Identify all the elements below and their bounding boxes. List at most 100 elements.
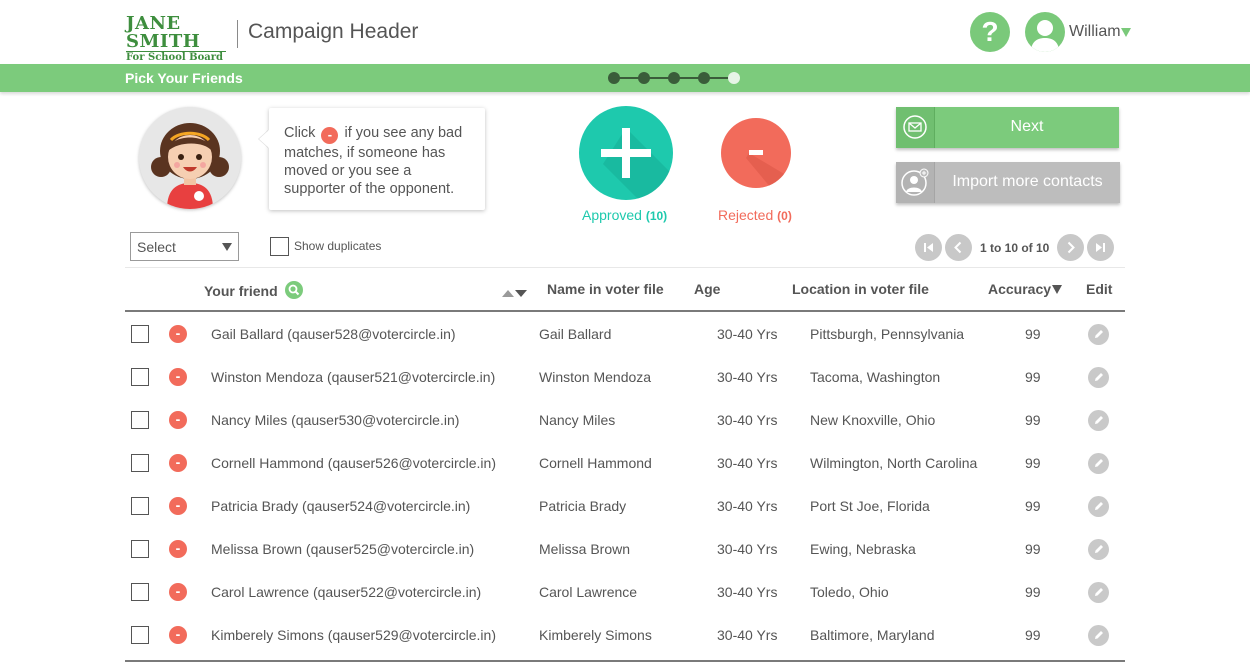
search-icon[interactable]: [284, 281, 303, 299]
header-divider: [237, 20, 238, 48]
reject-row-button[interactable]: -: [169, 325, 187, 343]
reject-row-button[interactable]: -: [169, 540, 187, 558]
pager-first-button[interactable]: [915, 234, 942, 261]
show-duplicates-label[interactable]: Show duplicates: [294, 239, 381, 253]
cell-friend: Kimberely Simons (qauser529@votercircle.…: [211, 627, 496, 643]
approved-text: Approved: [582, 207, 642, 223]
table-row: - Cornell Hammond (qauser526@votercircle.…: [125, 441, 1125, 484]
cell-age: 30-40 Yrs: [717, 584, 778, 600]
user-avatar-icon[interactable]: [1025, 12, 1065, 52]
pencil-icon[interactable]: [1088, 496, 1109, 517]
pencil-icon[interactable]: [1088, 625, 1109, 646]
step-dot-1[interactable]: [608, 72, 620, 84]
rejected-button[interactable]: [721, 118, 791, 188]
next-button-label: Next: [1010, 118, 1044, 135]
row-checkbox[interactable]: [131, 626, 149, 644]
step-dot-2[interactable]: [638, 72, 650, 84]
approved-count: (10): [645, 209, 668, 223]
cell-accuracy: 99: [1025, 498, 1041, 514]
bubble-tail: [259, 130, 269, 148]
row-checkbox[interactable]: [131, 540, 149, 558]
cell-accuracy: 99: [1025, 412, 1041, 428]
step-bar: Pick Your Friends: [0, 64, 1250, 92]
sort-desc-icon[interactable]: [1052, 285, 1062, 294]
add-contact-icon: [896, 162, 935, 203]
col-header-voter-name[interactable]: Name in voter file: [547, 281, 664, 297]
cell-accuracy: 99: [1025, 584, 1041, 600]
envelope-icon: [896, 107, 935, 148]
select-value: Select: [137, 239, 176, 255]
app-header: JANE SMITH For School Board Campaign Hea…: [0, 0, 1250, 64]
row-checkbox[interactable]: [131, 411, 149, 429]
step-dot-3[interactable]: [668, 72, 680, 84]
chevron-down-icon: [222, 243, 232, 251]
chevron-down-icon[interactable]: [1121, 28, 1131, 37]
cell-voter-name: Melissa Brown: [539, 541, 631, 557]
pencil-icon[interactable]: [1088, 410, 1109, 431]
pencil-icon[interactable]: [1088, 367, 1109, 388]
next-button[interactable]: Next: [896, 107, 1119, 148]
reject-row-button[interactable]: -: [169, 497, 187, 515]
cell-voter-name: Kimberely Simons: [539, 627, 652, 643]
table-bottom-divider: [125, 660, 1125, 662]
approved-button[interactable]: [579, 106, 673, 200]
col-header-location[interactable]: Location in voter file: [792, 281, 929, 297]
cell-location: Wilmington, North Carolina: [810, 455, 978, 471]
cell-location: Tacoma, Washington: [810, 369, 941, 385]
cell-accuracy: 99: [1025, 541, 1041, 557]
col-header-age[interactable]: Age: [694, 281, 720, 297]
cell-voter-name: Cornell Hammond: [539, 455, 652, 471]
pencil-icon[interactable]: [1088, 539, 1109, 560]
col-header-edit: Edit: [1086, 281, 1113, 297]
row-checkbox[interactable]: [131, 583, 149, 601]
col-header-friend-label: Your friend: [204, 283, 278, 299]
help-bubble: Click - if you see any bad matches, if s…: [259, 108, 485, 210]
cell-friend: Carol Lawrence (qauser522@votercircle.in…: [211, 584, 482, 600]
row-checkbox[interactable]: [131, 454, 149, 472]
pencil-icon[interactable]: [1088, 582, 1109, 603]
cell-voter-name: Winston Mendoza: [539, 369, 652, 385]
pager-last-button[interactable]: [1087, 234, 1114, 261]
row-checkbox[interactable]: [131, 497, 149, 515]
help-bubble-text: Click - if you see any bad matches, if s…: [284, 124, 474, 198]
cell-age: 30-40 Yrs: [717, 541, 778, 557]
campaign-logo[interactable]: JANE SMITH For School Board: [126, 15, 226, 64]
row-checkbox[interactable]: [131, 325, 149, 343]
minus-icon: -: [321, 127, 339, 144]
logo-subtitle: For School Board: [126, 51, 226, 64]
minus-icon: [746, 150, 791, 188]
col-header-accuracy[interactable]: Accuracy: [988, 281, 1051, 297]
reject-row-button[interactable]: -: [169, 411, 187, 429]
reject-row-button[interactable]: -: [169, 583, 187, 601]
reject-row-button[interactable]: -: [169, 454, 187, 472]
help-button[interactable]: ?: [970, 12, 1010, 52]
import-contacts-label: Import more contacts: [952, 173, 1103, 190]
skip-last-icon: [1096, 243, 1105, 252]
col-header-friend[interactable]: Your friend: [204, 281, 303, 299]
reject-row-button[interactable]: -: [169, 368, 187, 386]
step-dot-5-current[interactable]: [728, 72, 740, 84]
sort-icon[interactable]: [502, 284, 528, 297]
bulk-select-dropdown[interactable]: Select: [130, 232, 239, 261]
cell-age: 30-40 Yrs: [717, 455, 778, 471]
cell-friend: Winston Mendoza (qauser521@votercircle.i…: [211, 369, 496, 385]
approved-label: Approved (10): [582, 207, 667, 223]
pencil-icon[interactable]: [1088, 453, 1109, 474]
cell-age: 30-40 Yrs: [717, 369, 778, 385]
show-duplicates-checkbox[interactable]: [270, 237, 289, 256]
row-checkbox[interactable]: [131, 368, 149, 386]
pager-next-button[interactable]: [1057, 234, 1084, 261]
cell-location: New Knoxville, Ohio: [810, 412, 936, 428]
user-menu-name[interactable]: William: [1069, 23, 1121, 41]
skip-first-icon: [924, 243, 933, 252]
cell-location: Toledo, Ohio: [810, 584, 889, 600]
table-row: - Kimberely Simons (qauser529@votercircle…: [125, 613, 1125, 656]
table-row: - Carol Lawrence (qauser522@votercircle.i…: [125, 570, 1125, 613]
cell-location: Ewing, Nebraska: [810, 541, 916, 557]
cell-accuracy: 99: [1025, 326, 1041, 342]
pencil-icon[interactable]: [1088, 324, 1109, 345]
reject-row-button[interactable]: -: [169, 626, 187, 644]
import-contacts-button[interactable]: Import more contacts: [896, 162, 1120, 203]
step-dot-4[interactable]: [698, 72, 710, 84]
pager-prev-button[interactable]: [945, 234, 972, 261]
